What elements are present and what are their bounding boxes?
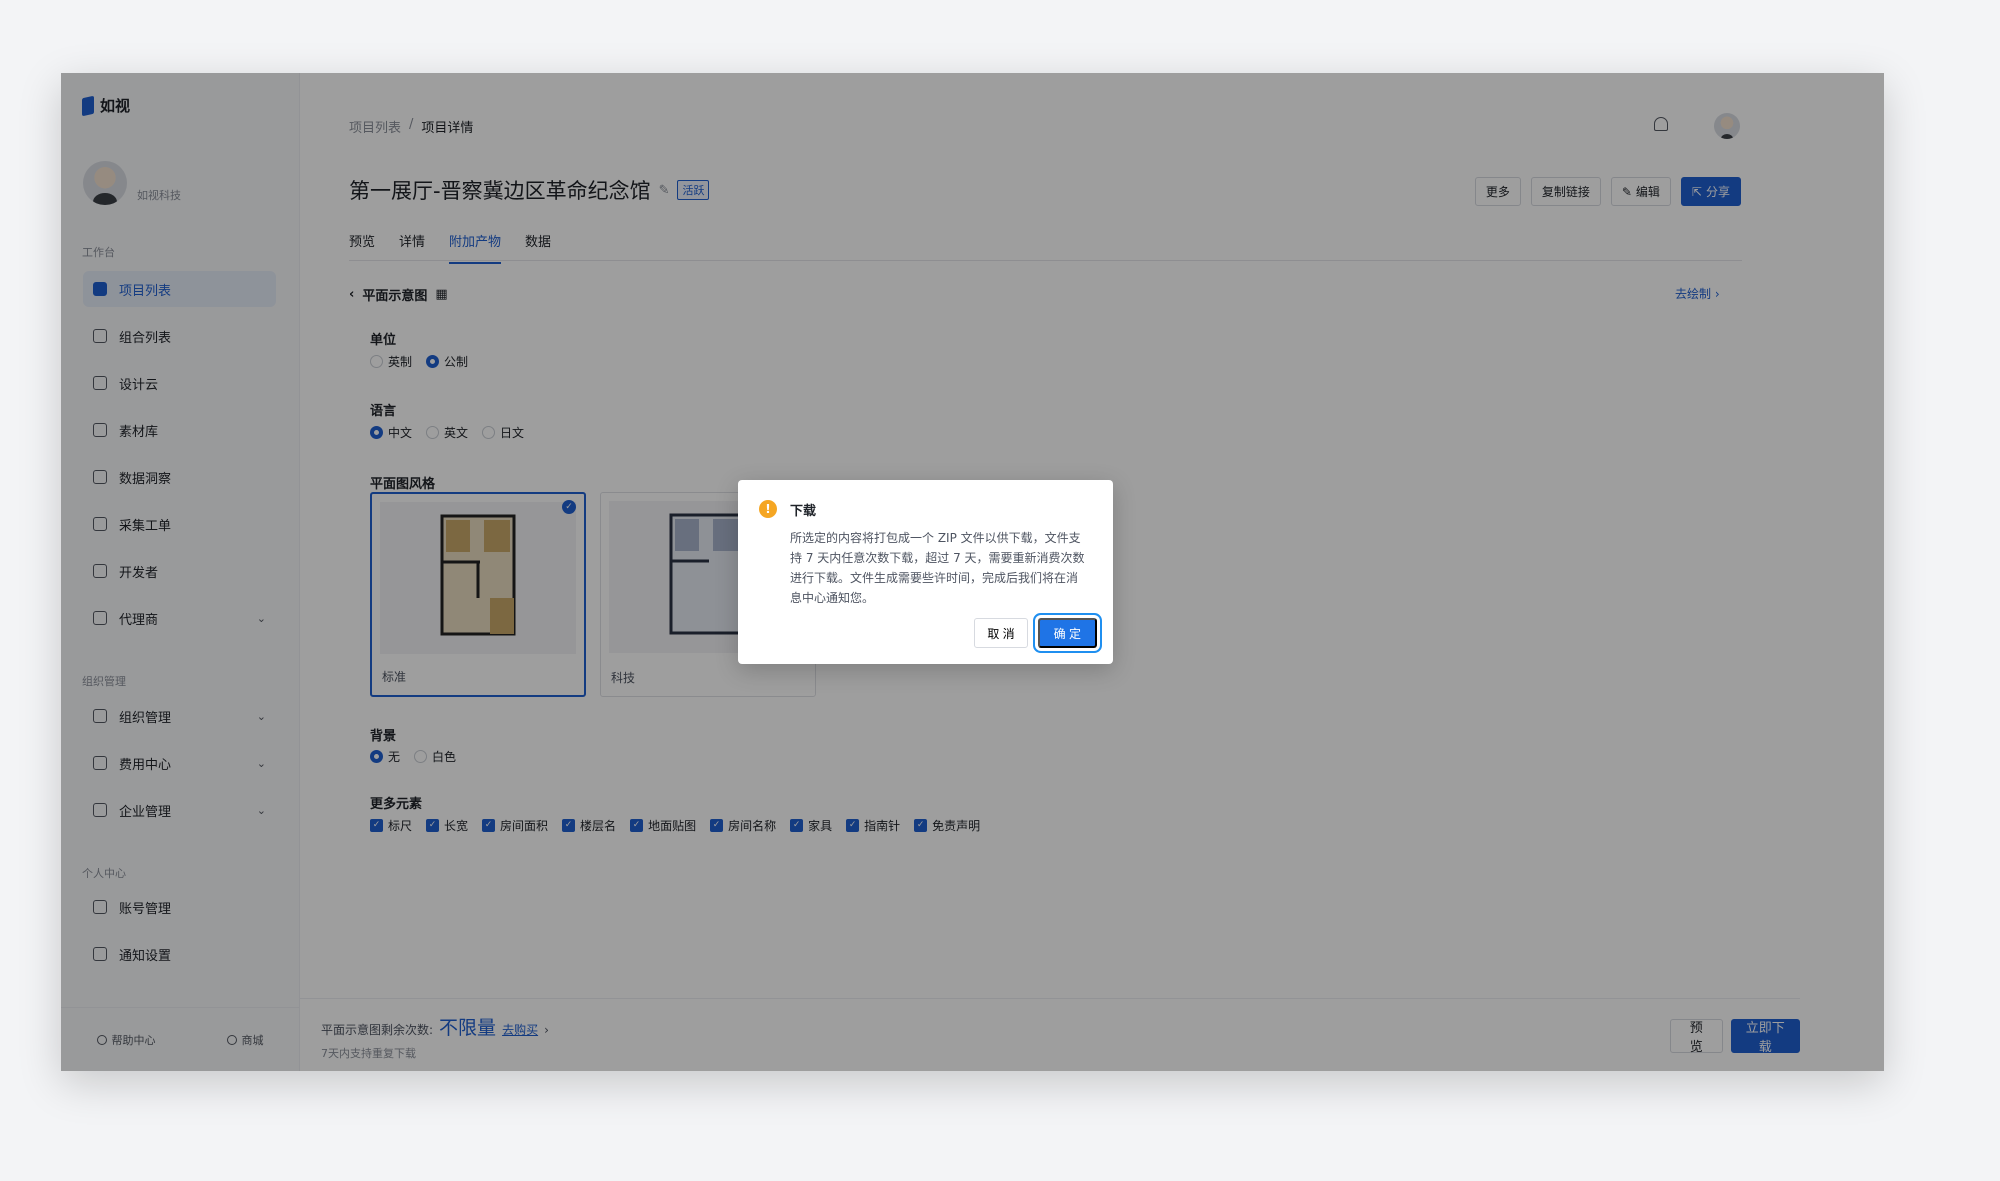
dialog-actions: 取 消 确 定 (974, 618, 1097, 648)
download-dialog: ! 下载 所选定的内容将打包成一个 ZIP 文件以供下载，文件支持 7 天内任意… (738, 480, 1113, 664)
dialog-title: 下载 (790, 504, 817, 519)
dialog-message: 所选定的内容将打包成一个 ZIP 文件以供下载，文件支持 7 天内任意次数下载，… (790, 531, 1085, 605)
cancel-button[interactable]: 取 消 (974, 618, 1028, 648)
confirm-button[interactable]: 确 定 (1037, 618, 1097, 648)
app-window: 如视 如视科技 工作台 项目列表 组合列表 设计云 素材库 数据洞察 采集工单 … (61, 73, 1884, 1071)
warning-icon: ! (759, 500, 777, 518)
